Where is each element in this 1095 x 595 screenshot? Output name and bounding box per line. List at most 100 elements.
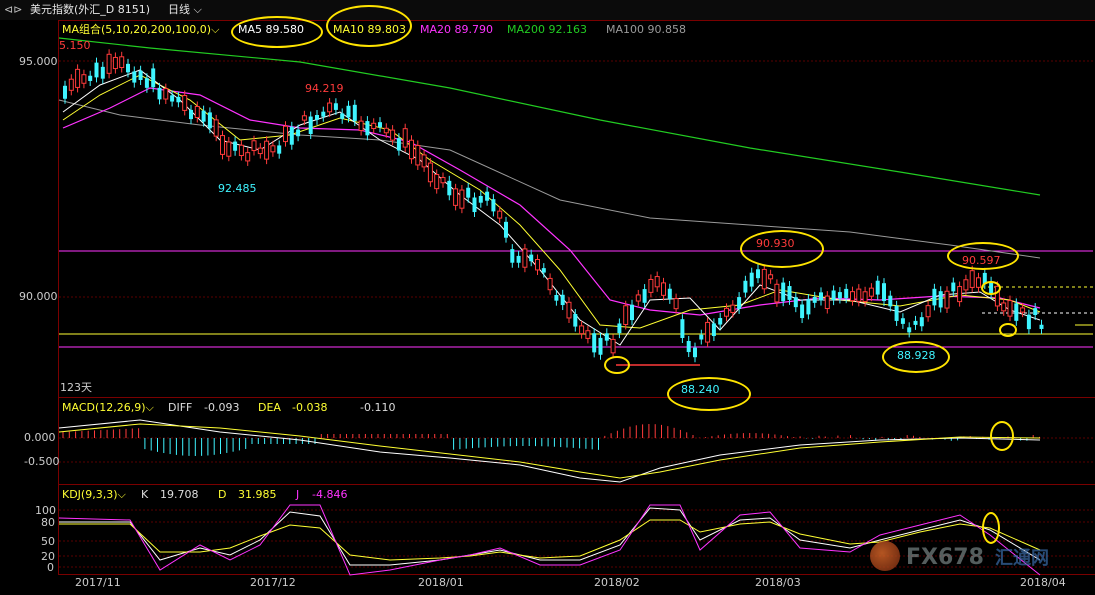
candle-body-down (510, 249, 515, 263)
candle-body-up (856, 288, 862, 302)
chevron-down-icon: ⌵ (211, 23, 220, 36)
macd-dea-value: -0.038 (292, 401, 328, 414)
macd-tick-m05: -0.500 (24, 455, 60, 468)
highlight-small-bottom (999, 323, 1017, 337)
candle-body-up (440, 177, 446, 184)
candle-body-down (630, 304, 634, 321)
candle-body-down (346, 105, 351, 118)
candle-body-up (547, 277, 553, 291)
candle-body-up (635, 294, 641, 302)
candle-body-up (976, 277, 981, 288)
candle-body-down (951, 282, 956, 292)
candle-body-down (573, 313, 578, 327)
macd-label-text: MACD(12,26,9) (62, 401, 146, 414)
time-tick-2018-02: 2018/02 (594, 576, 640, 589)
candle-body-down (100, 66, 105, 79)
candle-body-up (535, 259, 540, 271)
candle-body-down (756, 269, 760, 279)
macd-tick-0: 0.000 (24, 431, 56, 444)
candle-body-up (1007, 300, 1013, 317)
candle-body-down (157, 87, 162, 100)
chart-canvas (58, 37, 1093, 576)
ma100-label: MA100 90.858 (606, 23, 686, 36)
candle-body-up (415, 144, 421, 166)
candle-body-down (900, 318, 905, 324)
candle-body-down (126, 63, 130, 73)
candle-body-up (522, 248, 528, 268)
candle-body-down (333, 103, 338, 110)
candle-body-up (182, 95, 188, 111)
candle-body-down (466, 187, 471, 198)
candle-body-down (541, 268, 546, 273)
candle-body-up (409, 139, 414, 160)
candle-body-up (585, 330, 591, 339)
candle-body-up (673, 298, 679, 310)
candle-body-up (327, 102, 333, 113)
candle-body-up (497, 210, 503, 219)
kdj-label-text: KDJ(9,3,3) (62, 488, 118, 501)
candle-body-down (667, 288, 672, 299)
candle-body-up (925, 305, 931, 318)
candle-body-down (680, 319, 685, 338)
candle-body-down (913, 320, 918, 325)
candle-body-down (554, 294, 559, 301)
highlight-high-90930 (740, 230, 824, 268)
candle-body-up (213, 119, 219, 137)
candle-body-down (529, 254, 534, 262)
candle-body-down (781, 282, 786, 302)
ma200-label: MA200 92.163 (507, 23, 587, 36)
candle-body-down (447, 180, 452, 196)
candle-body-down (308, 116, 313, 135)
candle-body-up (850, 291, 855, 302)
candle-body-up (112, 56, 118, 70)
candle-body-up (730, 304, 736, 314)
candle-body-up (270, 145, 276, 153)
candle-body-down (592, 333, 597, 353)
candle-body-down (1039, 324, 1044, 329)
candle-body-down (718, 318, 723, 325)
candle-body-up (220, 135, 225, 155)
highlight-small-low (604, 356, 630, 374)
kdj-j-value: -4.846 (312, 488, 348, 501)
candle-body-up (264, 140, 270, 160)
candle-body-down (176, 96, 181, 103)
kdj-tick-80: 80 (41, 516, 55, 529)
candle-body-down (787, 286, 792, 300)
candle-body-down (132, 71, 137, 83)
candle-body-up (427, 162, 433, 183)
candle-body-down (743, 280, 748, 293)
candle-body-down (837, 292, 842, 299)
candle-body-down (882, 283, 886, 302)
candle-body-down (504, 221, 508, 238)
candle-body-down (812, 296, 817, 303)
ma100-line (58, 99, 1041, 259)
candle-body-up (75, 68, 81, 88)
candle-body-up (402, 128, 408, 148)
candle-body-down (485, 191, 490, 201)
highlight-ma5 (231, 16, 323, 48)
candle-body-down (478, 195, 483, 203)
candle-body-down (138, 70, 143, 81)
highlight-kdj-cross (982, 512, 1000, 544)
kdj-tick-0: 0 (47, 561, 54, 574)
price-tick-90: 90.000 (19, 290, 58, 303)
candle-body-up (390, 129, 396, 141)
candle-body-down (94, 62, 99, 78)
candle-body-down (875, 280, 880, 295)
candle-body-up (421, 154, 427, 168)
candle-body-down (1033, 308, 1038, 316)
ma-group-label[interactable]: MA组合(5,10,20,200,100,0)⌵ (62, 24, 219, 36)
kdj-d-value: 31.985 (238, 488, 277, 501)
kdj-label[interactable]: KDJ(9,3,3)⌵ (62, 489, 126, 501)
candle-body-up (957, 286, 963, 303)
candle-body-down (289, 126, 294, 145)
candle-body-down (894, 305, 899, 321)
candle-body-up (371, 122, 377, 130)
candle-body-down (598, 337, 603, 355)
candle-body-down (560, 294, 565, 306)
ma200-line (58, 37, 1041, 196)
macd-value: -0.110 (360, 401, 396, 414)
candle-body-up (761, 268, 767, 290)
macd-label[interactable]: MACD(12,26,9)⌵ (62, 402, 154, 414)
kdj-k-label: K (141, 488, 149, 501)
